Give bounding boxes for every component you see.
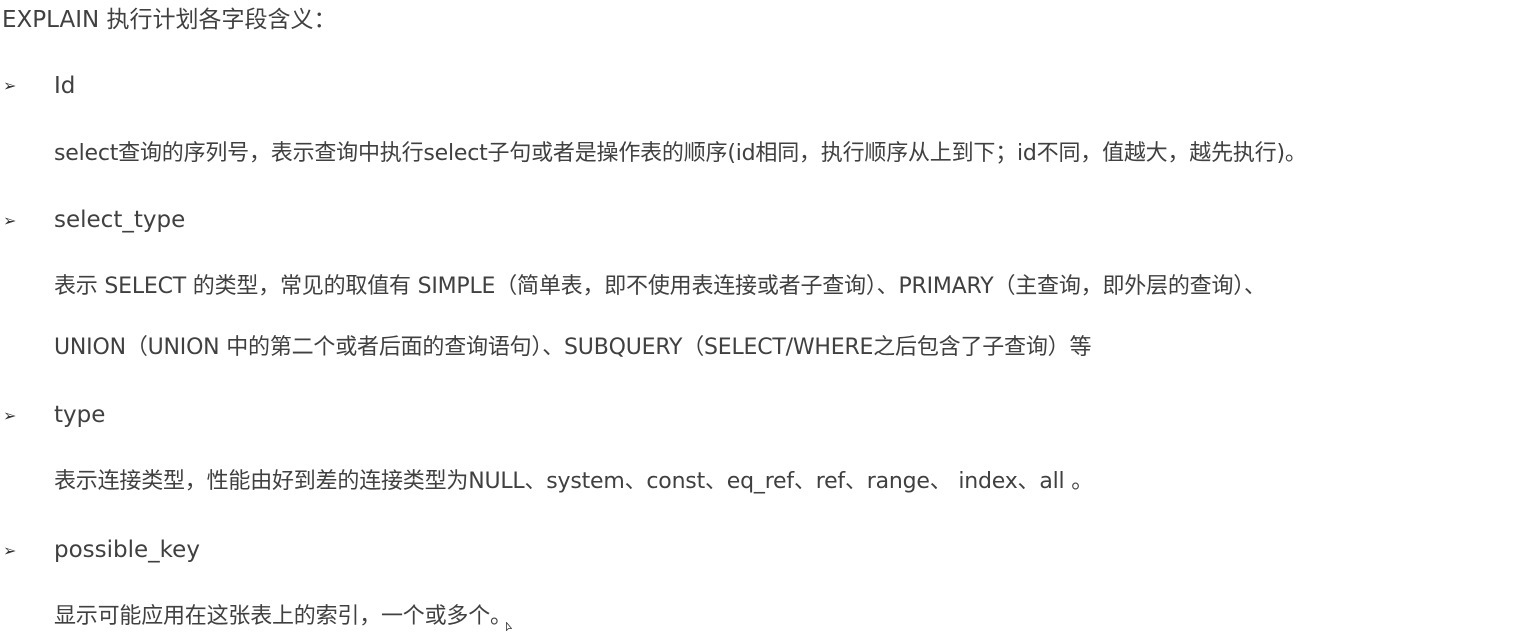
field-description-line: UNION（UNION 中的第二个或者后面的查询语句）、SUBQUERY（SEL… xyxy=(54,335,1092,360)
field-description-line: select查询的序列号，表示查询中执行select子句或者是操作表的顺序(id… xyxy=(54,141,1307,166)
field-name-type: type xyxy=(54,402,106,428)
bullet-arrow-icon: ➢ xyxy=(3,211,17,230)
bullet-arrow-icon: ➢ xyxy=(3,76,17,95)
field-name-possible-key: possible_key xyxy=(54,537,200,563)
bullet-arrow-icon: ➢ xyxy=(3,541,17,560)
field-description-line: 表示 SELECT 的类型，常见的取值有 SIMPLE（简单表，即不使用表连接或… xyxy=(54,274,1266,299)
field-description-line: 表示连接类型，性能由好到差的连接类型为NULL、system、const、eq_… xyxy=(54,469,1094,494)
document-page: EXPLAIN 执行计划各字段含义： ➢ Id select查询的序列号，表示查… xyxy=(0,0,1519,631)
field-name-select-type: select_type xyxy=(54,207,186,233)
field-description-line: 显示可能应用在这张表上的索引，一个或多个。 xyxy=(54,604,512,629)
mouse-cursor-icon xyxy=(506,622,512,631)
field-name-id: Id xyxy=(54,73,76,99)
page-title: EXPLAIN 执行计划各字段含义： xyxy=(2,7,337,33)
bullet-arrow-icon: ➢ xyxy=(3,406,17,425)
